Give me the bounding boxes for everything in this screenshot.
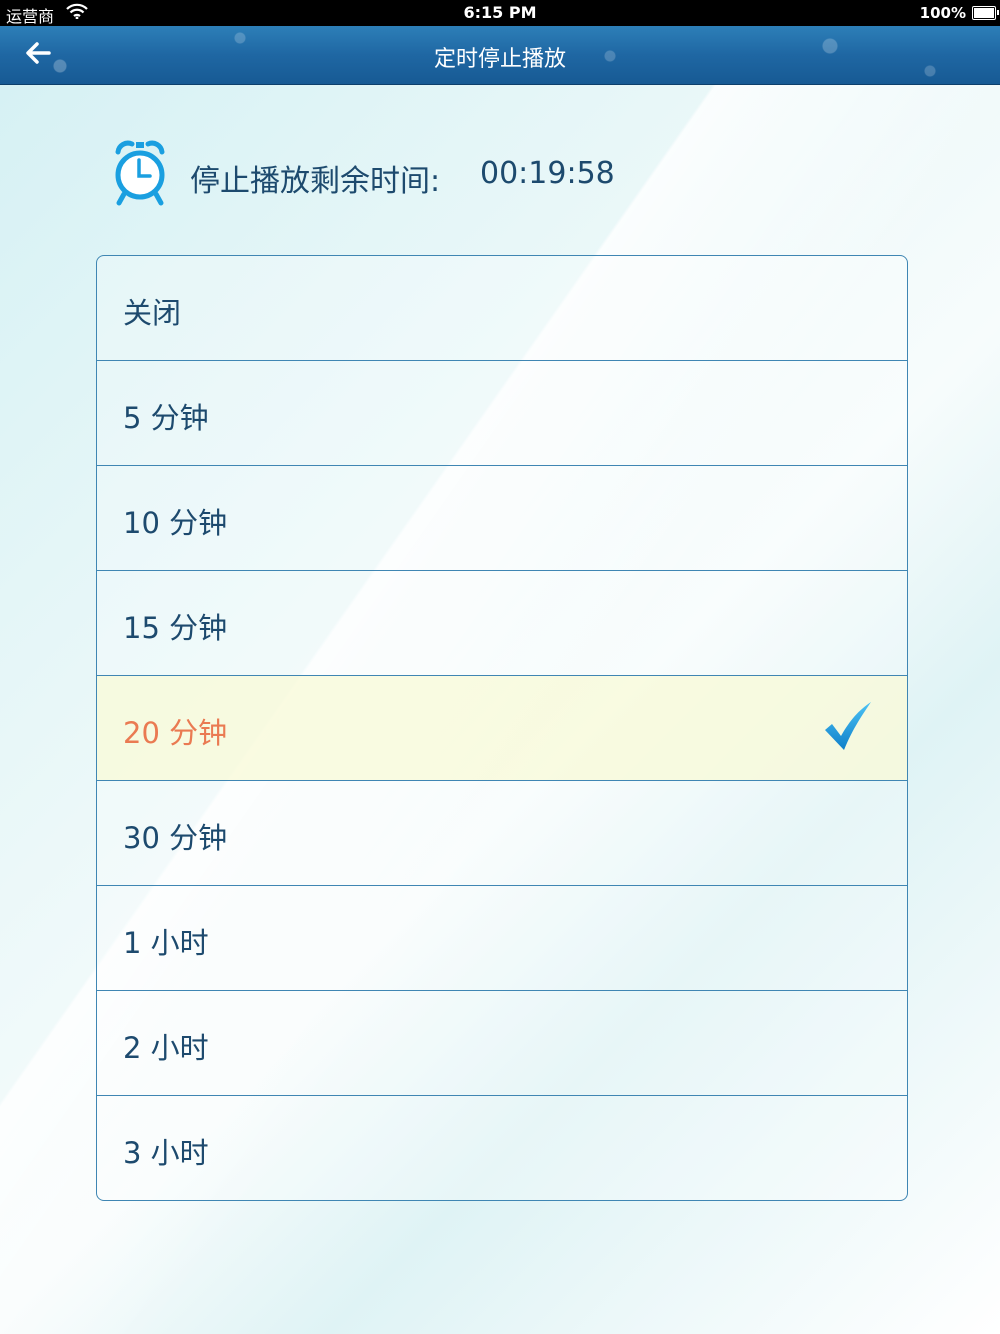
option-off[interactable]: 关闭 [97, 256, 907, 361]
timer-remaining: 00:19:58 [480, 156, 615, 191]
option-1-hour[interactable]: 1 小时 [97, 886, 907, 991]
option-label: 30 分钟 [123, 821, 228, 855]
timer-option-list: 关闭 5 分钟 10 分钟 15 分钟 20 分钟 30 分钟 1 小时 2 小… [96, 255, 908, 1201]
option-label: 2 小时 [123, 1031, 209, 1065]
status-time: 6:15 PM [463, 3, 537, 22]
option-label: 15 分钟 [123, 611, 228, 645]
option-label: 20 分钟 [123, 716, 228, 750]
option-label: 5 分钟 [123, 401, 209, 435]
status-bar: 运营商 6:15 PM 100% [0, 0, 1000, 26]
checkmark-icon [821, 700, 877, 756]
option-5-min[interactable]: 5 分钟 [97, 361, 907, 466]
option-label: 3 小时 [123, 1136, 209, 1170]
timer-label: 停止播放剩余时间: [190, 164, 441, 199]
battery-icon [972, 6, 999, 20]
battery-percent: 100% [919, 4, 966, 22]
nav-bar: 定时停止播放 [0, 26, 1000, 85]
option-label: 10 分钟 [123, 506, 228, 540]
option-20-min[interactable]: 20 分钟 [97, 676, 907, 781]
option-2-hour[interactable]: 2 小时 [97, 991, 907, 1096]
option-15-min[interactable]: 15 分钟 [97, 571, 907, 676]
alarm-clock-icon [112, 138, 168, 208]
option-label: 1 小时 [123, 926, 209, 960]
option-10-min[interactable]: 10 分钟 [97, 466, 907, 571]
option-3-hour[interactable]: 3 小时 [97, 1096, 907, 1200]
option-30-min[interactable]: 30 分钟 [97, 781, 907, 886]
page-title: 定时停止播放 [433, 47, 566, 72]
option-label: 关闭 [123, 296, 182, 330]
